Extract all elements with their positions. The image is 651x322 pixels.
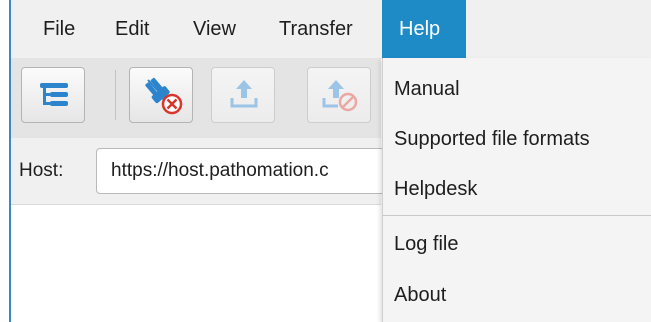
host-input[interactable]: https://host.pathomation.c [96,148,396,194]
menu-bar: File Edit View Transfer Help [11,0,651,59]
menu-edit[interactable]: Edit [103,0,161,58]
menu-item-log-file[interactable]: Log file [383,219,651,269]
tree-view-button[interactable] [21,67,85,123]
toolbar-separator [115,70,116,120]
host-bar: Host: https://host.pathomation.c [11,138,396,205]
menu-help[interactable]: Help [382,0,466,58]
cancel-upload-button[interactable] [307,67,371,123]
upload-icon [230,80,258,108]
menu-transfer[interactable]: Transfer [267,0,365,58]
window-edge [0,0,9,322]
menu-view[interactable]: View [181,0,248,58]
menu-item-manual[interactable]: Manual [383,64,651,114]
menu-item-helpdesk[interactable]: Helpdesk [383,164,651,214]
disconnect-button[interactable] [129,67,193,123]
help-menu-dropdown: Manual Supported file formats Helpdesk L… [382,58,651,322]
menu-separator [383,215,651,216]
toolbar [11,58,381,139]
tree-list-icon [40,83,68,106]
menu-file[interactable]: File [31,0,87,58]
disconnect-icon [145,77,183,115]
host-label: Host: [19,160,64,181]
upload-button[interactable] [211,67,275,123]
cancel-upload-icon [322,80,358,112]
menu-item-supported-file-formats[interactable]: Supported file formats [383,114,651,164]
menu-item-about[interactable]: About [383,270,651,320]
